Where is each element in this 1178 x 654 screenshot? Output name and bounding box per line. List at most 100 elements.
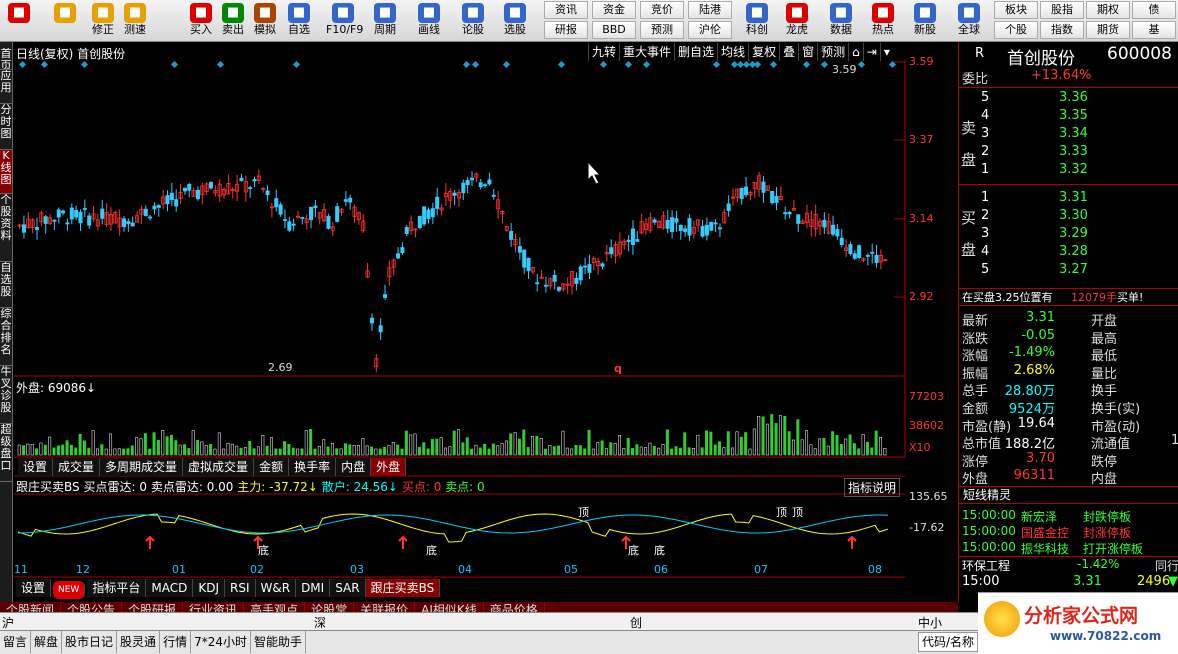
indicator-tab-2[interactable]: 指标平台 <box>87 579 147 597</box>
short-line-item[interactable]: 15:00:00 国盛金控 封涨停板 <box>959 524 1178 541</box>
indicator-tab-0[interactable]: 设置 <box>16 579 52 597</box>
left-tab-1[interactable]: 应用 <box>0 70 12 104</box>
toolbar-button-5[interactable]: ■ 卖出 <box>216 2 250 40</box>
toolbar-right-button-3[interactable]: ■ 热点 <box>866 2 900 40</box>
toolbar-right-button-0[interactable]: ■ 科创 <box>740 2 774 40</box>
toolbar-button-3[interactable]: ■ 测速 <box>118 2 152 40</box>
toolbar-right-button-4[interactable]: ■ 新股 <box>908 2 942 40</box>
toolbar-small-button-1[interactable]: 资金 <box>592 1 636 19</box>
left-tab-0[interactable]: 首页 <box>0 48 12 70</box>
toolbar-button-11[interactable]: ■ 论股 <box>456 2 490 40</box>
status-item-2[interactable]: 股市日记 <box>62 631 118 653</box>
toolbar-button-8[interactable]: ■ F10/F9 <box>326 2 363 40</box>
left-tab-6[interactable]: 综合排名 <box>0 308 12 366</box>
indicator-help-button[interactable]: 指标说明 <box>844 478 901 497</box>
volume-bar <box>122 448 126 456</box>
status-item-1[interactable]: 解盘 <box>31 631 63 653</box>
toolbar-button-10[interactable]: ■ 画线 <box>412 2 446 40</box>
toolbar-small-button-4[interactable]: 研报 <box>544 21 588 39</box>
bottom-signal-label: 底 <box>426 543 437 557</box>
status-item-3[interactable]: 股灵通 <box>117 631 161 653</box>
indicator-tab-6[interactable]: W&R <box>255 579 297 597</box>
code-search-input[interactable]: 代码/名称 <box>918 632 978 652</box>
kline-button-4[interactable]: 复权 <box>748 43 779 61</box>
toolbar-button-12[interactable]: ■ 选股 <box>498 2 532 40</box>
volume-tab-4[interactable]: 金额 <box>254 458 290 476</box>
kline-button-0[interactable]: 九转 <box>588 43 619 61</box>
left-tab-3[interactable]: K线图 <box>0 150 12 194</box>
toolbar-right-button-1[interactable]: ■ 龙虎 <box>780 2 814 40</box>
kline-button-1[interactable]: 重大事件 <box>619 43 674 61</box>
candle-body <box>704 224 709 236</box>
toolbar-right-small-button-0[interactable]: 板块 <box>994 1 1038 19</box>
indicator-tab-5[interactable]: RSI <box>225 579 256 597</box>
toolbar-button-0[interactable]: ■ <box>2 2 36 40</box>
peer-tag[interactable]: 同行 <box>1155 557 1178 574</box>
toolbar-right-button-2[interactable]: ■ 数据 <box>824 2 858 40</box>
toolbar-button-7[interactable]: ■ 自选 <box>282 2 316 40</box>
toolbar-right-small-button-6[interactable]: 期货 <box>1086 21 1130 39</box>
kline-button-6[interactable]: 窗 <box>798 43 817 61</box>
index-label-2[interactable]: 创 <box>630 614 642 631</box>
indicator-tab-1[interactable]: NEW <box>53 581 86 599</box>
toolbar-button-6[interactable]: ■ 模拟 <box>248 2 282 40</box>
chevron-down-icon[interactable]: ▾ <box>879 43 893 61</box>
toolbar-small-button-6[interactable]: 预测 <box>640 21 684 39</box>
indicator-tab-4[interactable]: KDJ <box>193 579 225 597</box>
volume-tab-0[interactable]: 设置 <box>18 458 54 476</box>
volume-tab-7[interactable]: 外盘 <box>371 458 407 476</box>
order-note: 在买盘3.25位置有 12079手 买单! <box>959 288 1178 306</box>
toolbar-button-1[interactable]: ■ <box>48 2 82 40</box>
toolbar-small-button-3[interactable]: 陆港 <box>688 1 732 19</box>
indicator-tab-8[interactable]: SAR <box>330 579 366 597</box>
indicator-tab-9[interactable]: 跟庄买卖BS <box>365 579 441 597</box>
left-tab-7[interactable]: 牛叉诊股 <box>0 366 12 424</box>
toolbar-right-small-button-7[interactable]: 基 <box>1132 21 1176 39</box>
buy-order-row: 1 3.31 <box>959 190 1178 207</box>
kline-chart-svg[interactable]: 3.592.69 q底底底底顶顶顶11 12 01 02 03 04 05 06 07 08 <box>14 42 906 602</box>
left-tab-5[interactable]: 自选股 <box>0 262 12 308</box>
volume-tab-1[interactable]: 成交量 <box>53 458 101 476</box>
kline-button-3[interactable]: 均线 <box>717 43 748 61</box>
candle-body <box>430 208 435 218</box>
left-tab-2[interactable]: 分时图 <box>0 104 12 150</box>
volume-bar <box>169 434 173 456</box>
short-line-title[interactable]: 短线精灵 <box>959 486 1178 504</box>
indicator-tab-3[interactable]: MACD <box>146 579 194 597</box>
toolbar-right-small-button-1[interactable]: 股指 <box>1040 1 1084 19</box>
index-label-3[interactable]: 中小 <box>918 614 942 631</box>
kline-button-2[interactable]: 删自选 <box>674 43 717 61</box>
left-tab-8[interactable]: 超级盘口 <box>0 424 12 482</box>
volume-tab-2[interactable]: 多周期成交量 <box>100 458 184 476</box>
status-item-4[interactable]: 行情 <box>160 631 192 653</box>
index-label-0[interactable]: 沪 <box>2 614 14 631</box>
toolbar-right-small-button-3[interactable]: 债 <box>1132 1 1176 19</box>
toolbar-small-button-0[interactable]: 资讯 <box>544 1 588 19</box>
toolbar-right-small-button-5[interactable]: 指数 <box>1040 21 1084 39</box>
toolbar-button-4[interactable]: ■ 买入 <box>184 2 218 40</box>
toolbar-small-button-2[interactable]: 竞价 <box>640 1 684 19</box>
volume-tab-5[interactable]: 换手率 <box>289 458 337 476</box>
indicator-tab-7[interactable]: DMI <box>296 579 331 597</box>
volume-tab-6[interactable]: 内盘 <box>336 458 372 476</box>
kline-button-7[interactable]: 预测 <box>817 43 848 61</box>
toolbar-button-2[interactable]: ■ 修正 <box>86 2 120 40</box>
status-item-5[interactable]: 7*24小时 <box>191 631 251 653</box>
toolbar-button-9[interactable]: ■ 周期 <box>368 2 402 40</box>
toolbar-right-small-button-4[interactable]: 个股 <box>994 21 1038 39</box>
volume-tab-3[interactable]: 虚拟成交量 <box>183 458 255 476</box>
kline-button-5[interactable]: 叠 <box>779 43 798 61</box>
short-line-item[interactable]: 15:00:00 新宏泽 封跌停板 <box>959 508 1178 525</box>
short-line-item[interactable]: 15:00:00 振华科技 打开涨停板 <box>959 540 1178 557</box>
status-item-0[interactable]: 留言 <box>0 631 32 653</box>
left-tab-4[interactable]: 个股资料 <box>0 194 12 262</box>
month-label-3: 02 <box>250 563 264 576</box>
toolbar-right-button-5[interactable]: ■ 全球 <box>952 2 986 40</box>
index-label-1[interactable]: 深 <box>314 614 326 631</box>
toolbar-small-button-7[interactable]: 沪伦 <box>688 21 732 39</box>
status-item-6[interactable]: 智能助手 <box>251 631 306 653</box>
lock-icon[interactable]: ⌂ <box>848 43 863 61</box>
expand-icon[interactable]: ⇥ <box>862 43 880 61</box>
toolbar-small-button-5[interactable]: BBD <box>592 21 636 39</box>
toolbar-right-small-button-2[interactable]: 期权 <box>1086 1 1130 19</box>
